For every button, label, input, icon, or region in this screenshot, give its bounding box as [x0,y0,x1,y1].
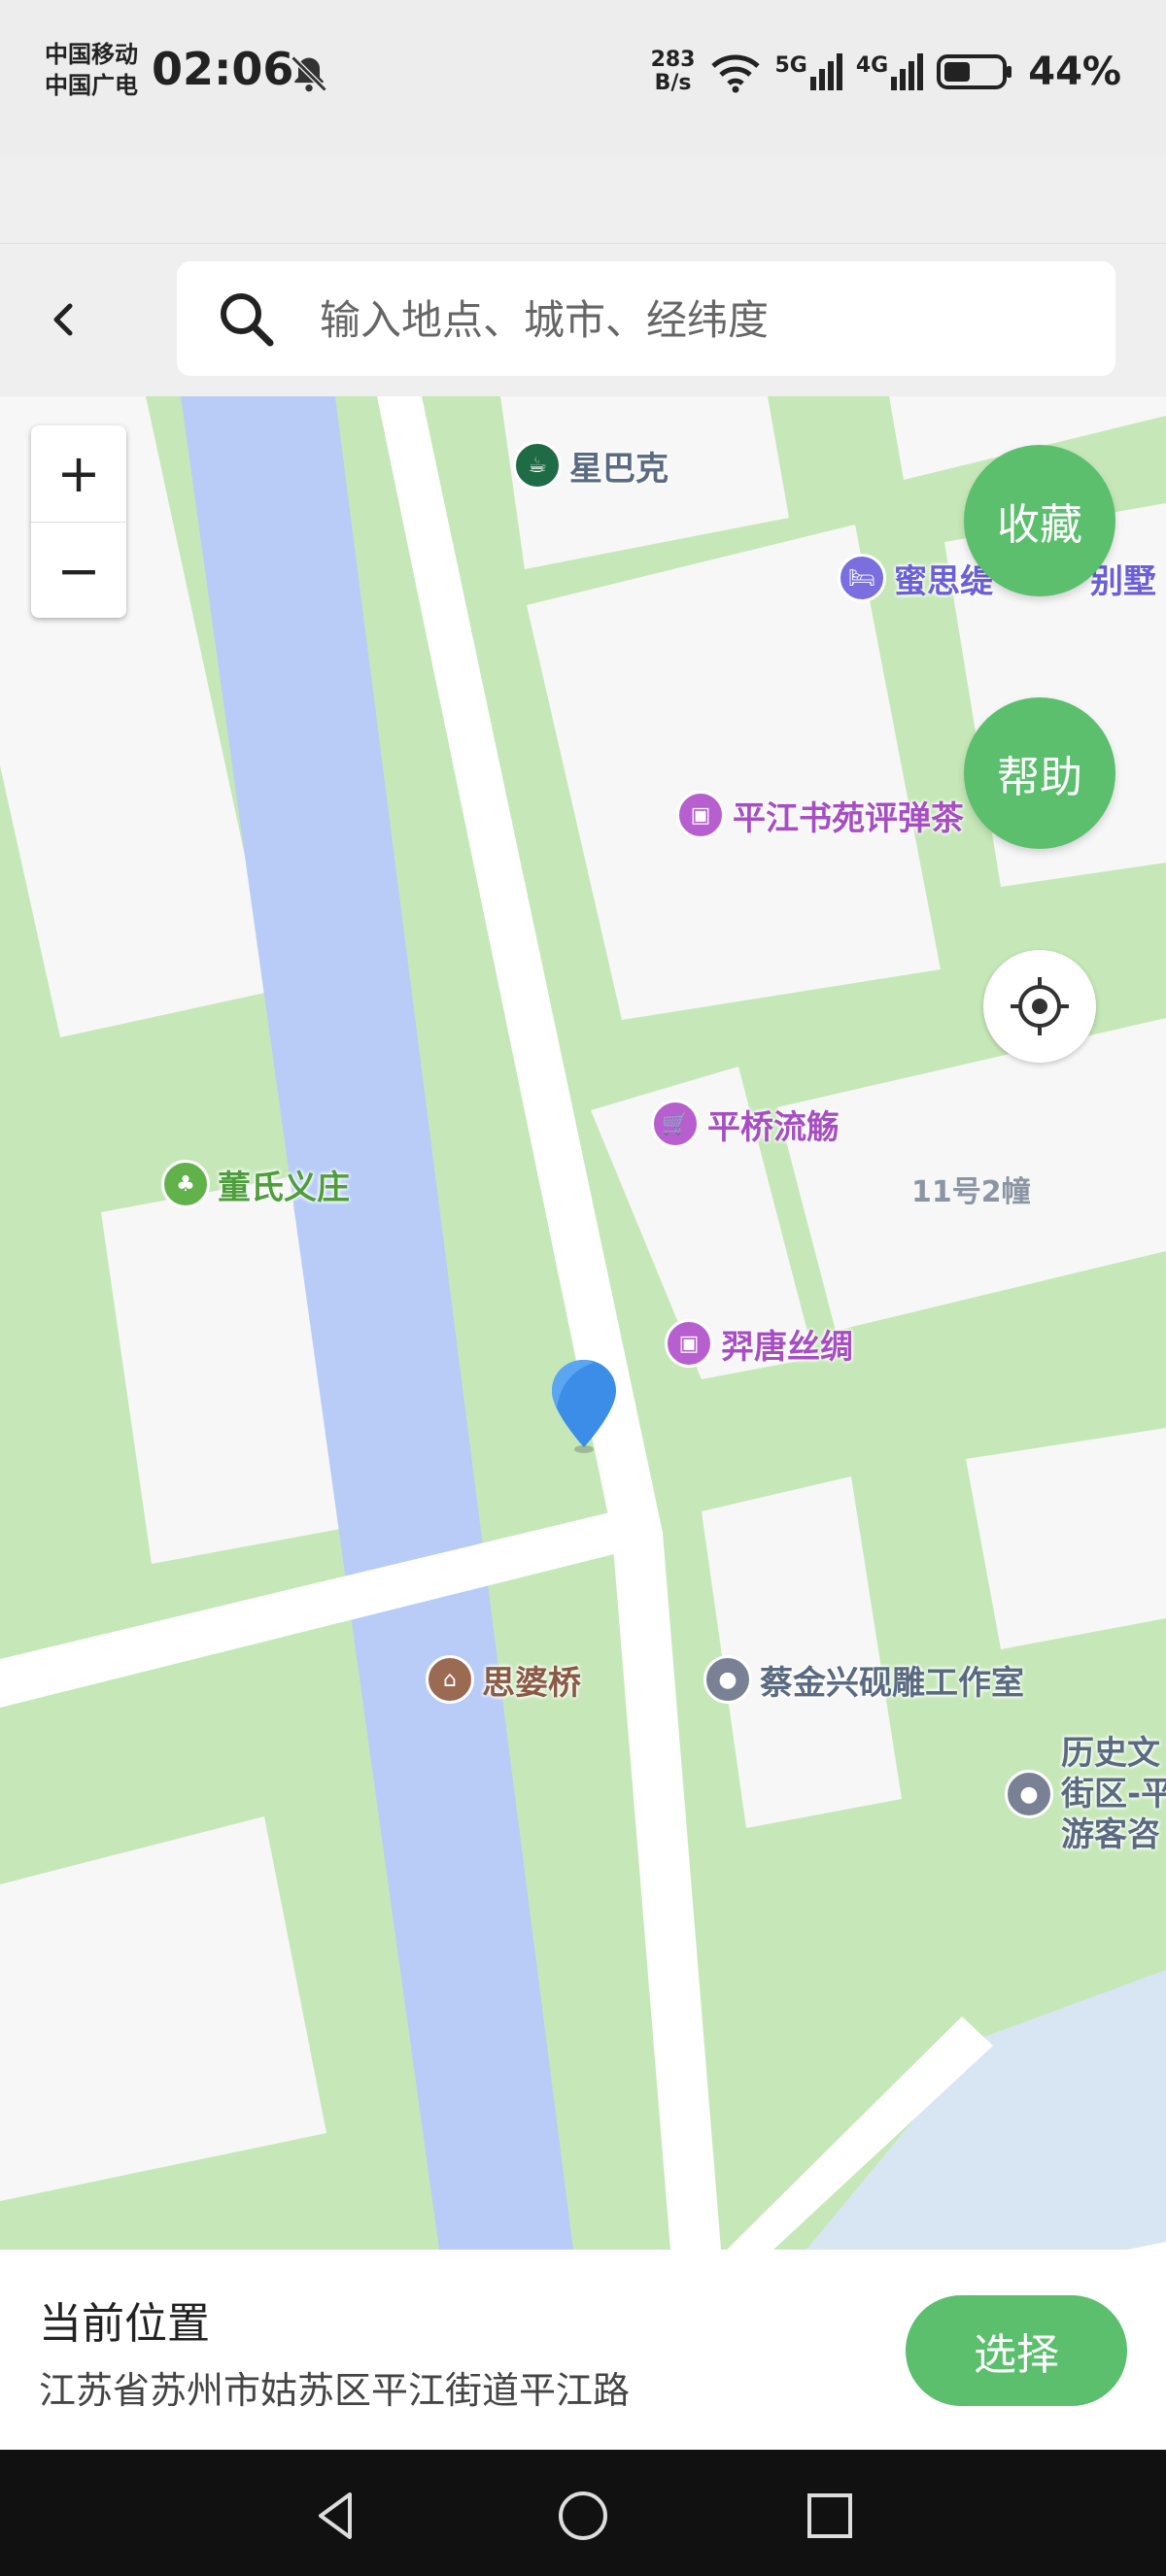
current-address: 江苏省苏州市姑苏区平江街道平江路 [39,2369,631,2412]
carrier-2: 中国广电 [45,72,138,99]
poi-history-district[interactable]: ● 历史文 街区-平 游客咨 [1005,1733,1166,1855]
map-canvas[interactable] [0,396,1166,2250]
map-view[interactable]: ☕ 星巴克 🛏 蜜思缇 别墅 ▣ 平江书苑评弹茶 🛒 平桥流觞 ♣ 董氏义庄 1… [0,396,1166,2250]
signal-5g-icon: 5G [775,53,842,90]
park-icon: ♣ [161,1160,210,1208]
poi-pingjiang-teahouse[interactable]: ▣ 平江书苑评弹茶 [676,791,964,839]
zoom-controls: + − [31,425,126,618]
zoom-out-button[interactable]: − [31,523,126,619]
nav-recents-icon[interactable] [801,2487,859,2545]
nav-home-icon[interactable] [554,2487,612,2545]
poi-pingqiao[interactable]: 🛒 平桥流觞 [651,1100,840,1148]
help-button[interactable]: 帮助 [964,697,1115,849]
network-speed: 283 B/s [650,48,696,95]
poi-starbucks[interactable]: ☕ 星巴克 [513,441,669,490]
cart-icon: 🛒 [651,1100,700,1148]
search-input[interactable] [318,281,1089,358]
place-icon: ● [703,1655,752,1704]
select-button[interactable]: 选择 [906,2295,1127,2406]
bell-muted-icon [291,55,327,92]
battery-icon [937,54,1012,89]
clock: 02:06 [152,43,294,95]
place-icon: ● [1005,1770,1053,1818]
favorite-button[interactable]: 收藏 [964,445,1115,596]
status-bar: 中国移动 中国广电 02:06 283 B/s 5G 4G 44% [0,0,1166,155]
starbucks-icon: ☕ [513,441,562,490]
poi-yitang-silk[interactable]: ▣ 羿唐丝绸 [665,1319,853,1368]
zoom-in-button[interactable]: + [31,425,126,522]
poi-caijinxing[interactable]: ● 蔡金兴砚雕工作室 [703,1655,1024,1704]
status-icons: 283 B/s 5G 4G 44% [651,43,1121,101]
bridge-icon: ⌂ [426,1655,474,1704]
wifi-icon [710,54,760,93]
poi-dong-yizhuang[interactable]: ♣ 董氏义庄 [161,1160,350,1208]
battery-percent: 44% [1028,50,1121,94]
building [966,1428,1166,1649]
nav-back-icon[interactable] [307,2487,365,2545]
signal-4g-icon: 4G [856,53,924,90]
poi-sipo-bridge[interactable]: ⌂ 思婆桥 [426,1655,581,1704]
locate-button[interactable] [983,950,1096,1063]
shop-icon: ▣ [665,1319,713,1368]
back-icon[interactable] [39,288,87,351]
carrier-1: 中国移动 [45,41,138,68]
shop-icon: ▣ [676,791,725,839]
location-pin-icon[interactable] [550,1358,618,1455]
carrier-info: 中国移动 中国广电 [45,39,138,101]
system-nav-bar [0,2450,1166,2576]
building-label: 11号2幢 [911,1175,1031,1209]
search-icon [221,293,274,347]
search-box[interactable] [177,261,1115,376]
panel-title: 当前位置 [39,2299,210,2349]
current-location-panel: 当前位置 江苏省苏州市姑苏区平江街道平江路 选择 [0,2250,1166,2450]
hotel-icon: 🛏 [838,554,886,602]
locate-icon [1011,977,1069,1035]
search-header [0,243,1166,397]
